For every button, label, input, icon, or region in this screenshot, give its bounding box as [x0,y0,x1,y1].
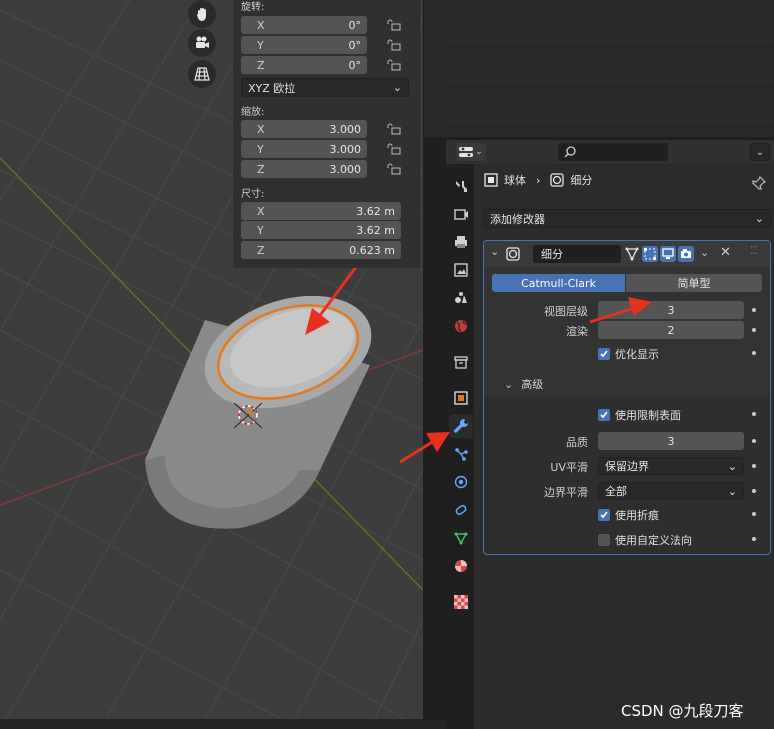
annotation-arrows [399,297,652,464]
status-strip [0,719,446,729]
watermark: CSDN @九段刀客 [621,702,744,720]
